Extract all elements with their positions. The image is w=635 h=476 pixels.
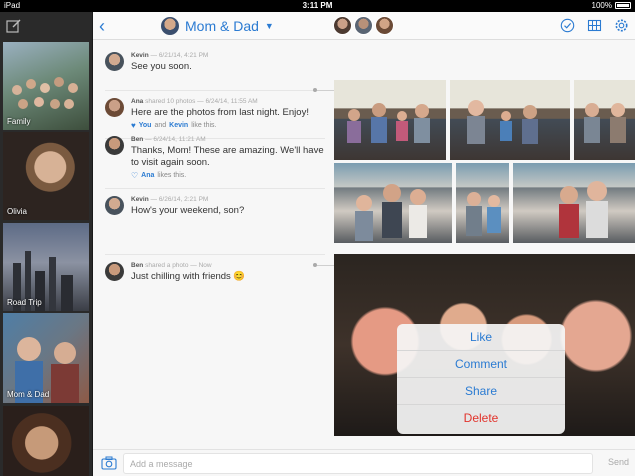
sidebar-item-olivia[interactable]: Olivia [3, 132, 89, 220]
divider [105, 254, 325, 255]
camera-icon[interactable] [101, 456, 117, 470]
check-circle-icon[interactable] [560, 18, 575, 33]
family-photo-figures [466, 192, 501, 236]
message-text: Here are the photos from last night. Enj… [131, 107, 309, 118]
nav-bar: ‹ Mom & Dad ▼ [93, 12, 635, 40]
heart-outline-icon: ♡ [131, 171, 139, 180]
shared-photo[interactable] [450, 80, 570, 160]
message-author: Kevin [131, 52, 149, 59]
like-joiner: and [154, 122, 167, 129]
status-bar: iPad 3:11 PM 100% [0, 0, 635, 12]
avatar [333, 16, 352, 35]
shared-photo[interactable] [574, 80, 635, 160]
message-item: Ben — 6/24/14, 11:21 AM Thanks, Mom! The… [105, 136, 325, 180]
message-item: Kevin — 6/21/14, 4:21 PM See you soon. [105, 52, 325, 86]
group-avatar [161, 17, 179, 35]
message-time: — 6/26/14, 2:21 PM [150, 196, 209, 203]
heart-icon: ♥ [131, 121, 136, 130]
send-button[interactable]: Send [608, 457, 629, 467]
message-text: Thanks, Mom! These are amazing. We'll ha… [131, 145, 324, 168]
sidebar: Family Olivia Road Trip Mom & Dad [0, 12, 92, 476]
battery-indicator: 100% [592, 1, 631, 10]
delete-menu-item[interactable]: Delete [397, 405, 565, 434]
sidebar-item-label: Road Trip [7, 298, 42, 307]
compose-icon[interactable] [6, 18, 22, 34]
avatar [105, 262, 124, 281]
like-suffix: likes this. [157, 172, 187, 179]
shared-photo[interactable] [334, 163, 452, 243]
like-name: Ana [141, 172, 155, 179]
chevron-left-icon[interactable]: ‹ [99, 17, 113, 35]
thread-connector-line [317, 265, 334, 266]
message-time: — 6/21/14, 4:21 PM [150, 52, 209, 59]
gear-icon[interactable] [614, 18, 629, 33]
photo-action-menu: Like Comment Share Delete [397, 324, 565, 434]
avatar [105, 196, 124, 215]
comment-menu-item[interactable]: Comment [397, 351, 565, 378]
nav-actions [560, 18, 629, 33]
message-author: Kevin [131, 196, 149, 203]
sidebar-item-road-trip[interactable]: Road Trip [3, 223, 89, 311]
shared-photo[interactable] [513, 163, 635, 243]
message-item: Kevin — 6/26/14, 2:21 PM How's your week… [105, 196, 325, 230]
avatar [375, 16, 394, 35]
message-input[interactable] [123, 453, 593, 474]
battery-percent: 100% [591, 1, 612, 10]
like-suffix: like this. [191, 122, 217, 129]
message-author: Ana [131, 98, 144, 105]
message-author: Ben [131, 262, 144, 269]
sidebar-item-label: Family [7, 117, 31, 126]
like-name: You [138, 122, 152, 129]
avatar [105, 98, 124, 117]
sidebar-item-more[interactable] [3, 406, 89, 476]
share-menu-item[interactable]: Share [397, 378, 565, 405]
divider [105, 90, 325, 91]
family-photo-figures [559, 181, 608, 238]
family-photo-figures [467, 100, 538, 144]
caret-down-icon: ▼ [264, 21, 274, 31]
message-time: — Now [190, 262, 212, 269]
family-photo-figures [355, 184, 427, 241]
conversation-pane: ‹ Mom & Dad ▼ Kevin — 6/21/14, 4:21 PM S… [93, 12, 635, 476]
page-title: Mom & Dad [185, 18, 259, 34]
avatar [105, 52, 124, 71]
shared-photo[interactable] [456, 163, 509, 243]
message-text: Just chilling with friends 😊 [131, 271, 246, 282]
grid-icon[interactable] [587, 18, 602, 33]
avatar [354, 16, 373, 35]
message-text: See you soon. [131, 61, 192, 72]
participants[interactable] [333, 16, 394, 35]
likes-row[interactable]: ♡ Ana likes this. [131, 171, 331, 180]
message-time: — 6/24/14, 11:21 AM [145, 136, 206, 143]
composer-bar: Send [93, 449, 635, 476]
sidebar-item-mom-and-dad[interactable]: Mom & Dad [3, 313, 89, 403]
message-action: shared 10 photos [145, 98, 196, 105]
battery-icon [615, 2, 631, 9]
family-photo-figures [347, 103, 430, 143]
avatar [105, 136, 124, 155]
divider [105, 188, 325, 189]
sidebar-item-family[interactable]: Family [3, 42, 89, 130]
sidebar-item-label: Olivia [7, 207, 28, 216]
thread-connector-line [317, 90, 334, 91]
status-time: 3:11 PM [302, 1, 333, 10]
message-action: shared a photo [145, 262, 189, 269]
like-name: Kevin [169, 122, 189, 129]
shared-photo[interactable] [334, 80, 446, 160]
like-menu-item[interactable]: Like [397, 324, 565, 351]
message-text: How's your weekend, son? [131, 205, 245, 216]
message-author: Ben [131, 136, 144, 143]
message-time: — 6/24/14, 11:55 AM [197, 98, 258, 105]
message-item: Ben shared a photo — Now Just chilling w… [105, 262, 325, 296]
likes-row[interactable]: ♥ You and Kevin like this. [131, 121, 331, 130]
sidebar-item-label: Mom & Dad [7, 390, 50, 399]
conversation-title-button[interactable]: Mom & Dad ▼ [161, 16, 274, 36]
family-photo-figures [584, 103, 626, 143]
message-item: Ana shared 10 photos — 6/24/14, 11:55 AM… [105, 98, 325, 132]
